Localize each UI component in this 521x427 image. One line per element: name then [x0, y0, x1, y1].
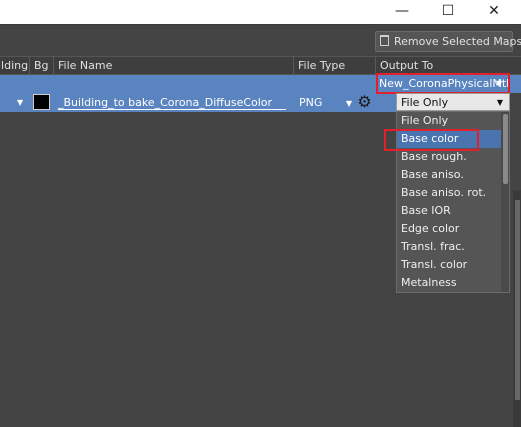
toolbar: Remove Selected Maps: [0, 24, 521, 56]
chevron-down-icon[interactable]: ▼: [17, 93, 23, 112]
dropdown-item-base-ior[interactable]: Base IOR: [397, 202, 501, 220]
dropdown-current[interactable]: File Only ▼: [396, 93, 510, 111]
maximize-button[interactable]: ☐: [425, 0, 471, 24]
dropdown-item-base-aniso-rot[interactable]: Base aniso. rot.: [397, 184, 501, 202]
header-file-name[interactable]: File Name: [53, 57, 293, 74]
selection-band: [0, 75, 376, 93]
remove-selected-maps-button[interactable]: Remove Selected Maps: [375, 31, 521, 52]
file-name-underline: [58, 109, 286, 110]
minimize-button[interactable]: —: [379, 0, 425, 24]
chevron-down-icon: ▼: [345, 99, 353, 108]
dropdown-item-file-only[interactable]: File Only: [397, 112, 501, 130]
header-output-to[interactable]: Output To: [375, 57, 521, 74]
dropdown-item-metalness[interactable]: Metalness: [397, 274, 501, 292]
remove-selected-maps-label: Remove Selected Maps: [394, 35, 521, 48]
dropdown-scroll-thumb[interactable]: [503, 114, 508, 184]
highlight-box-output: [376, 73, 510, 94]
chevron-down-icon: ▼: [496, 98, 503, 107]
dropdown-current-label: File Only: [401, 96, 449, 109]
dropdown-item-transl-frac[interactable]: Transl. frac.: [397, 238, 501, 256]
dropdown-item-edge-color[interactable]: Edge color: [397, 220, 501, 238]
header-file-type[interactable]: File Type: [293, 57, 375, 74]
file-type-select[interactable]: PNG ▼: [297, 93, 353, 112]
trash-icon: [380, 35, 389, 46]
file-type-value: PNG: [299, 96, 323, 109]
close-button[interactable]: ✕: [471, 0, 517, 24]
dropdown-item-base-aniso[interactable]: Base aniso.: [397, 166, 501, 184]
header-building[interactable]: ilding: [0, 57, 29, 74]
window-titlebar: — ☐ ✕: [0, 0, 521, 24]
header-bg[interactable]: Bg: [29, 57, 53, 74]
bg-color-swatch[interactable]: [33, 94, 50, 110]
table-row-extra: [376, 93, 396, 112]
highlight-box-base-color: [384, 129, 479, 151]
dropdown-item-transl-color[interactable]: Transl. color: [397, 256, 501, 274]
panel-scroll-thumb[interactable]: [515, 200, 520, 400]
gear-icon[interactable]: ⚙: [356, 93, 373, 110]
